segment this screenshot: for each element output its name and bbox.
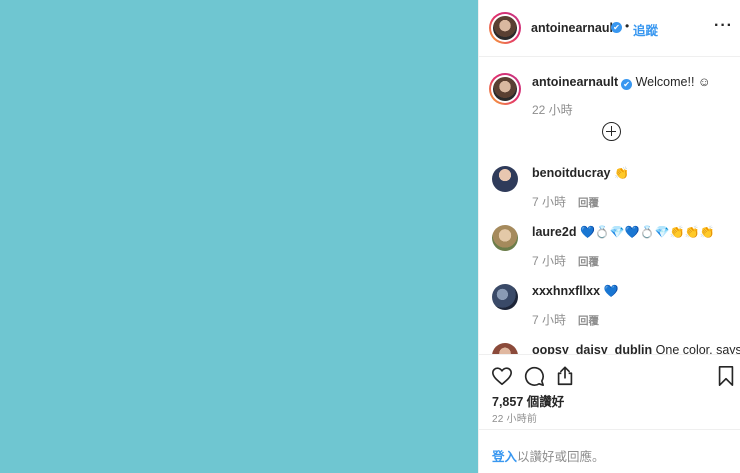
share-icon[interactable] [554, 365, 576, 387]
comment-icon[interactable] [523, 365, 545, 387]
post-image[interactable] [0, 0, 478, 473]
plus-circle-icon[interactable] [602, 122, 621, 141]
caption-text: Welcome!! ☺ [635, 75, 711, 89]
login-link[interactable]: 登入 [492, 446, 517, 465]
reply-button[interactable]: 回覆 [578, 195, 599, 210]
verified-icon: ✔ [611, 22, 622, 33]
commenter-avatar[interactable] [492, 284, 518, 310]
comment-item: oopsy_daisy_dublin One color, says [479, 343, 740, 354]
post-timestamp: 22 小時前 [492, 414, 538, 425]
comment-item: xxxhnxfllxx 💙 7 小時 回覆 [479, 284, 740, 342]
comment-username[interactable]: xxxhnxfllxx [532, 284, 600, 298]
commenter-avatar[interactable] [492, 225, 518, 251]
post-sidebar: antoinearnault ✔ • 追蹤 ··· antoinearnault… [478, 0, 740, 473]
comment-item: benoitducray 👏 7 小時 回覆 [479, 166, 740, 224]
comment-username[interactable]: laure2d [532, 225, 576, 239]
comment-time: 7 小時 [532, 254, 567, 268]
comment-text: One color, says [655, 343, 740, 354]
heart-icon[interactable] [491, 365, 513, 387]
author-username[interactable]: antoinearnault [531, 21, 617, 35]
more-icon[interactable]: ··· [714, 17, 733, 35]
comment-username[interactable]: oopsy_daisy_dublin [532, 343, 652, 354]
post-header: antoinearnault ✔ • 追蹤 ··· [479, 0, 740, 57]
author-avatar[interactable] [489, 12, 521, 44]
like-count[interactable]: 7,857 個讚好 [492, 391, 564, 410]
bookmark-icon[interactable] [715, 365, 737, 387]
comment-time: 7 小時 [532, 195, 567, 209]
caption-username[interactable]: antoinearnault [532, 75, 618, 89]
separator-dot: • [625, 19, 630, 33]
caption-time: 22 小時 [532, 103, 573, 117]
comment-text: 👏 [613, 166, 629, 180]
comments-list[interactable]: antoinearnault ✔ Welcome!! ☺ 22 小時 benoit… [479, 57, 740, 354]
post-actions: 7,857 個讚好 22 小時前 [479, 354, 740, 429]
reply-button[interactable]: 回覆 [578, 313, 599, 328]
commenter-avatar[interactable] [492, 343, 518, 354]
follow-button[interactable]: 追蹤 [633, 20, 658, 39]
login-prompt-text: 以讚好或回應。 [517, 450, 605, 464]
comment-item: laure2d 💙💍💎💙💍💎👏👏👏 7 小時 回覆 [479, 225, 740, 283]
comment-text: 💙💍💎💙💍💎👏👏👏 [579, 225, 715, 239]
caption-avatar[interactable] [489, 73, 521, 105]
comment-username[interactable]: benoitducray [532, 166, 611, 180]
reply-button[interactable]: 回覆 [578, 254, 599, 269]
login-prompt: 登入 以讚好或回應。 [479, 429, 740, 473]
comment-text: 💙 [603, 284, 619, 298]
verified-icon: ✔ [621, 79, 633, 90]
comment-time: 7 小時 [532, 313, 567, 327]
commenter-avatar[interactable] [492, 166, 518, 192]
